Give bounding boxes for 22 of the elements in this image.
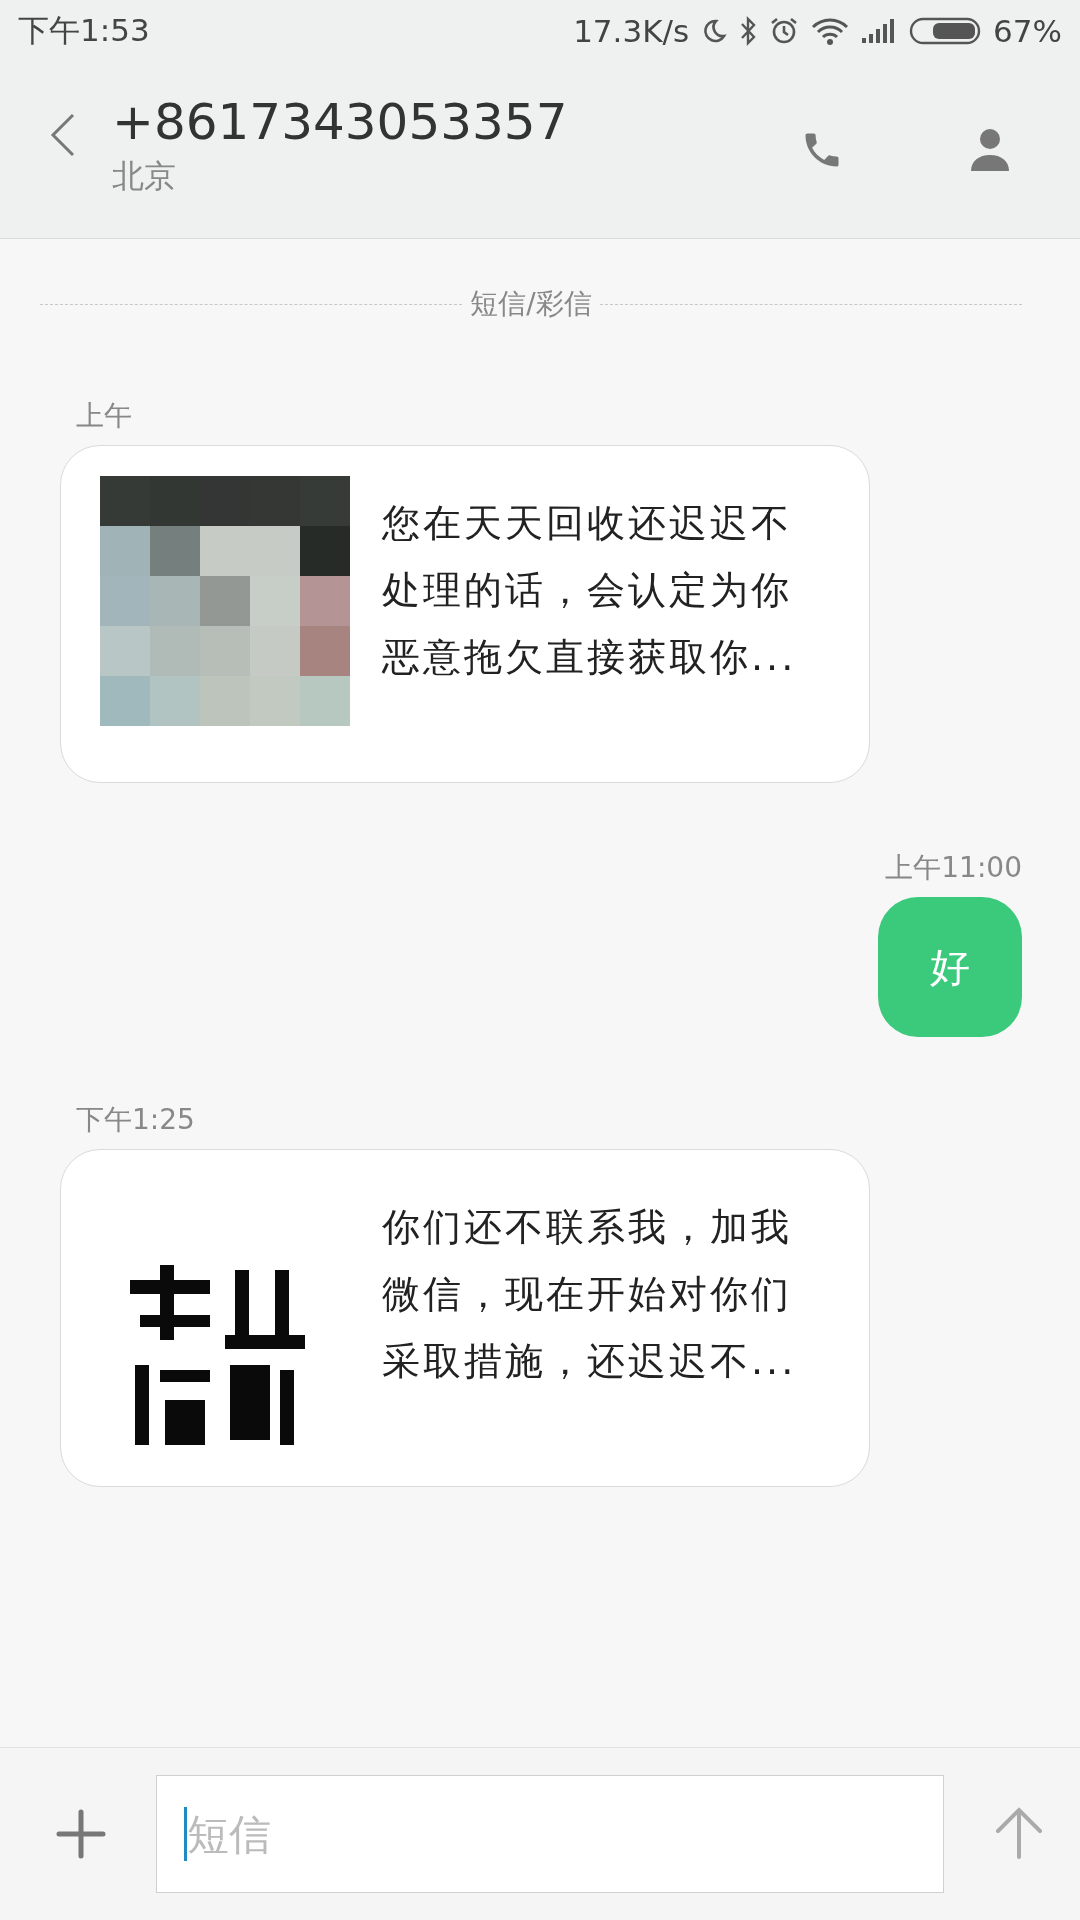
message-time: 下午1:25 — [76, 1102, 195, 1138]
status-time: 下午1:53 — [18, 11, 150, 50]
network-speed: 17.3K/s — [573, 13, 690, 49]
message-bubble[interactable]: 您在天天回收还迟迟不处理的话，会认定为你恶意拖欠直接获取你... — [60, 445, 870, 783]
battery-percent: 67% — [993, 13, 1062, 49]
message-bubble[interactable]: 你们还不联系我，加我微信，现在开始对你们采取措施，还迟迟不... — [60, 1149, 870, 1487]
wifi-icon — [811, 17, 850, 45]
moon-icon — [701, 18, 728, 44]
bluetooth-icon — [739, 16, 758, 46]
contact-number: +8617343053357 — [112, 93, 569, 151]
message-text: 你们还不联系我，加我微信，现在开始对你们采取措施，还迟迟不... — [382, 1204, 798, 1385]
contact-location: 北京 — [112, 156, 177, 197]
message-time: 上午 — [76, 398, 132, 434]
battery-icon — [909, 17, 982, 45]
person-icon[interactable] — [970, 128, 1010, 172]
message-time: 上午11:00 — [885, 850, 1022, 886]
send-arrow-icon[interactable] — [994, 1807, 1044, 1861]
plus-icon[interactable] — [56, 1809, 106, 1859]
message-input-field[interactable]: 短信 — [156, 1775, 944, 1893]
back-icon[interactable] — [50, 113, 76, 157]
message-text: 您在天天回收还迟迟不处理的话，会认定为你恶意拖欠直接获取你... — [382, 500, 798, 681]
divider-label: 短信/彩信 — [470, 286, 592, 322]
